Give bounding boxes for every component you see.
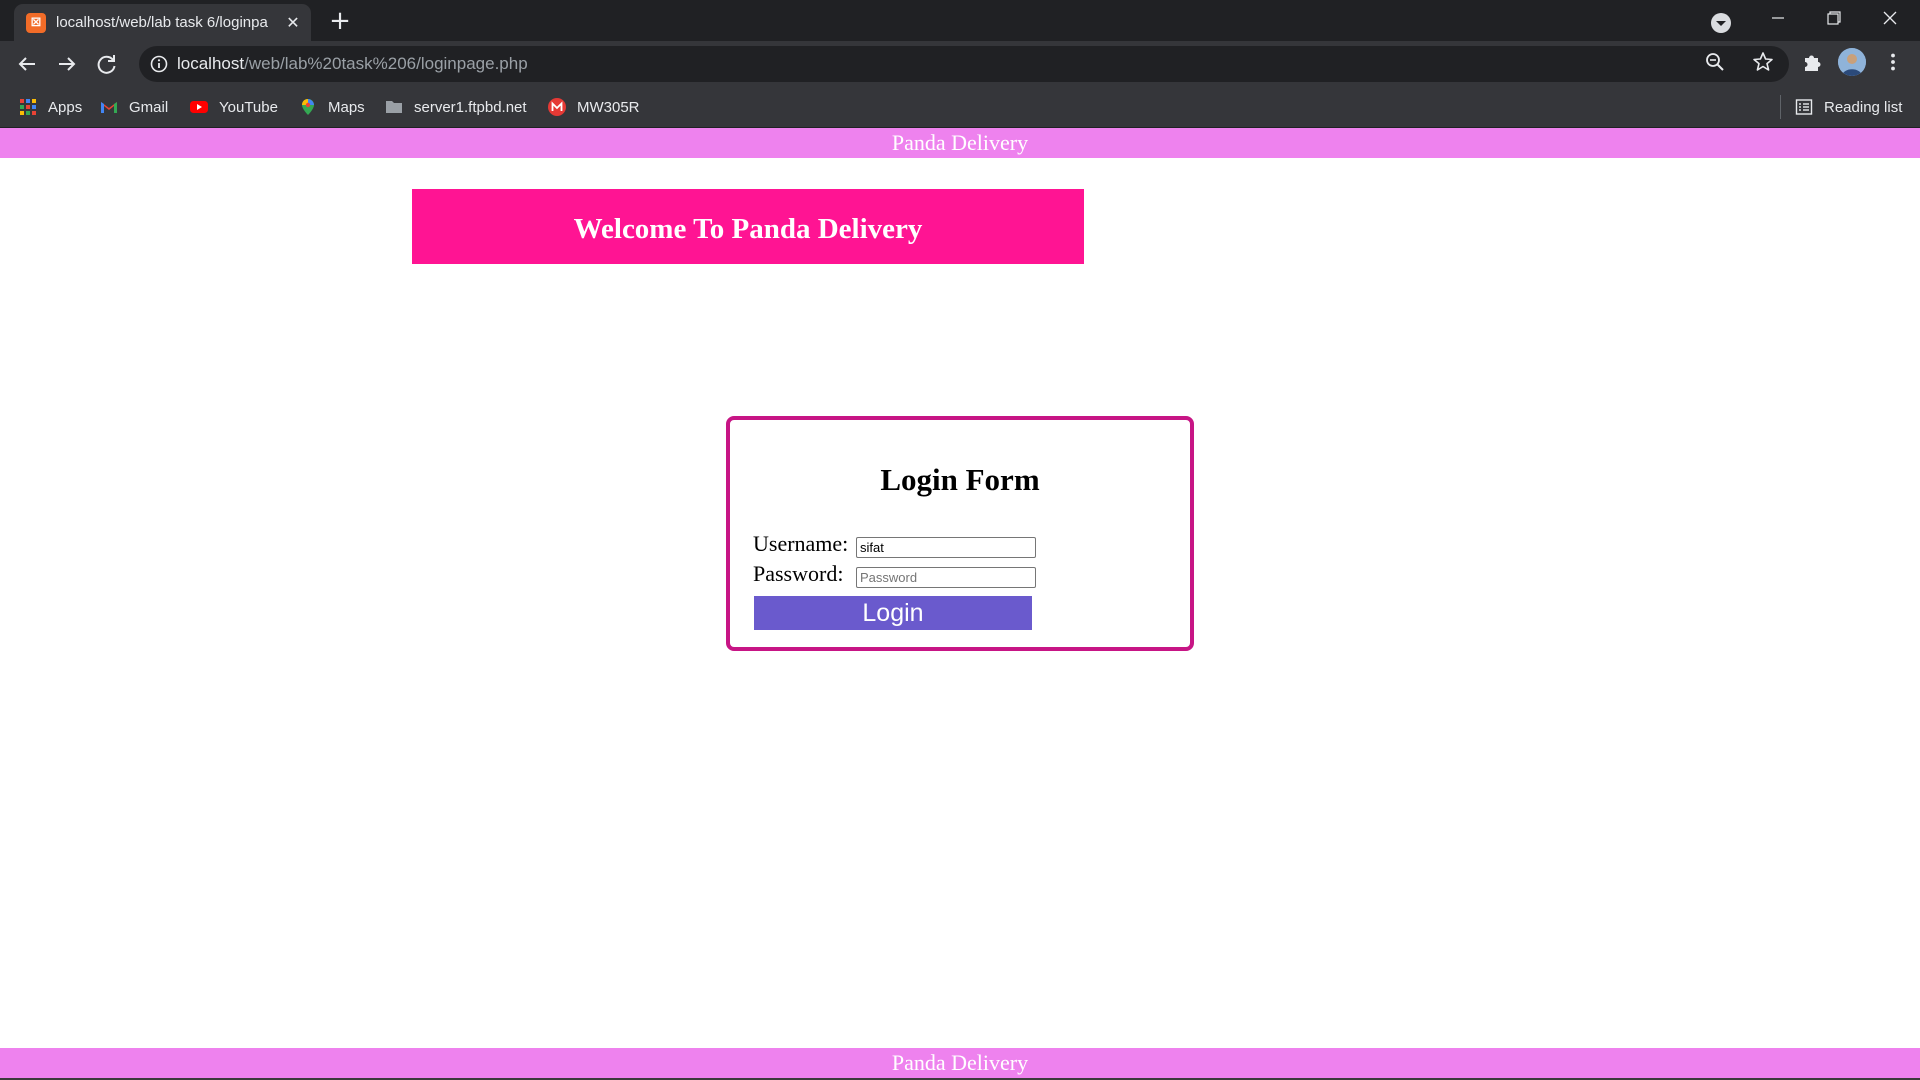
page-viewport: Panda Delivery Welcome To Panda Delivery… <box>0 128 1920 1080</box>
bookmark-youtube[interactable]: YouTube <box>190 87 278 127</box>
maps-pin-icon <box>299 98 317 116</box>
zoom-icon[interactable] <box>1700 47 1730 77</box>
bookmark-maps[interactable]: Maps <box>299 87 365 127</box>
reading-list-icon <box>1795 98 1813 116</box>
url-host: localhost <box>177 54 245 73</box>
bookmark-mw305r[interactable]: MW305R <box>548 87 640 127</box>
bookmark-server1-folder[interactable]: server1.ftpbd.net <box>385 87 527 127</box>
browser-toolbar: localhost/web/lab%20task%206/loginpage.p… <box>0 41 1920 87</box>
new-tab-button[interactable]: + <box>325 6 355 36</box>
bookmark-label: Apps <box>48 98 83 116</box>
welcome-banner: Welcome To Panda Delivery <box>412 189 1084 264</box>
close-tab-icon[interactable]: ✕ <box>282 4 304 41</box>
window-close-icon[interactable] <box>1870 0 1910 36</box>
login-form: Login Form Username: Password: Login <box>726 416 1194 651</box>
bookmark-gmail[interactable]: Gmail <box>100 87 168 127</box>
profile-avatar[interactable] <box>1838 48 1866 76</box>
password-input[interactable] <box>856 567 1036 588</box>
youtube-icon <box>190 98 208 116</box>
extensions-puzzle-icon[interactable] <box>1797 47 1827 77</box>
bookmark-apps[interactable]: Apps <box>19 87 82 127</box>
tab-strip: ⊠ localhost/web/lab task 6/loginpa ✕ + <box>0 0 1920 41</box>
site-info-icon[interactable] <box>149 54 169 74</box>
xampp-favicon-icon: ⊠ <box>26 13 46 33</box>
gmail-icon <box>100 98 118 116</box>
forward-arrow-icon[interactable] <box>51 48 83 80</box>
username-label: Username: <box>753 531 849 556</box>
minimize-icon[interactable] <box>1758 0 1798 36</box>
login-form-title: Login Form <box>880 462 1040 497</box>
folder-icon <box>385 98 403 116</box>
bookmark-label: MW305R <box>577 98 640 116</box>
bookmarks-bar: Apps Gmail YouTube Maps server1.ftpbd.ne… <box>0 87 1920 128</box>
bookmark-label: server1.ftpbd.net <box>414 98 527 116</box>
bookmark-label: Maps <box>328 98 365 116</box>
tab-title: localhost/web/lab task 6/loginpa <box>56 14 268 31</box>
mw305r-logo-icon <box>548 98 566 116</box>
reading-list-label: Reading list <box>1824 98 1903 116</box>
url-text[interactable]: localhost/web/lab%20task%206/loginpage.p… <box>177 46 528 82</box>
bookmark-star-icon[interactable] <box>1748 47 1778 77</box>
url-path: /web/lab%20task%206/loginpage.php <box>244 54 528 73</box>
site-header-bar: Panda Delivery <box>0 128 1920 158</box>
username-input[interactable] <box>856 537 1036 558</box>
browser-tab[interactable]: ⊠ localhost/web/lab task 6/loginpa ✕ <box>14 4 311 41</box>
bookmark-label: YouTube <box>219 98 278 116</box>
bookmarks-divider <box>1780 95 1781 119</box>
address-bar[interactable]: localhost/web/lab%20task%206/loginpage.p… <box>139 46 1789 82</box>
reload-icon[interactable] <box>91 48 123 80</box>
tab-search-icon[interactable] <box>1708 10 1734 36</box>
login-button[interactable]: Login <box>754 596 1032 630</box>
password-label: Password: <box>753 561 844 586</box>
more-menu-icon[interactable] <box>1878 47 1908 77</box>
reading-list-button[interactable]: Reading list <box>1795 87 1902 127</box>
site-footer-bar: Panda Delivery <box>0 1048 1920 1080</box>
apps-grid-icon <box>19 98 37 116</box>
bookmark-label: Gmail <box>129 98 169 116</box>
restore-icon[interactable] <box>1813 0 1853 36</box>
back-arrow-icon[interactable] <box>11 48 43 80</box>
